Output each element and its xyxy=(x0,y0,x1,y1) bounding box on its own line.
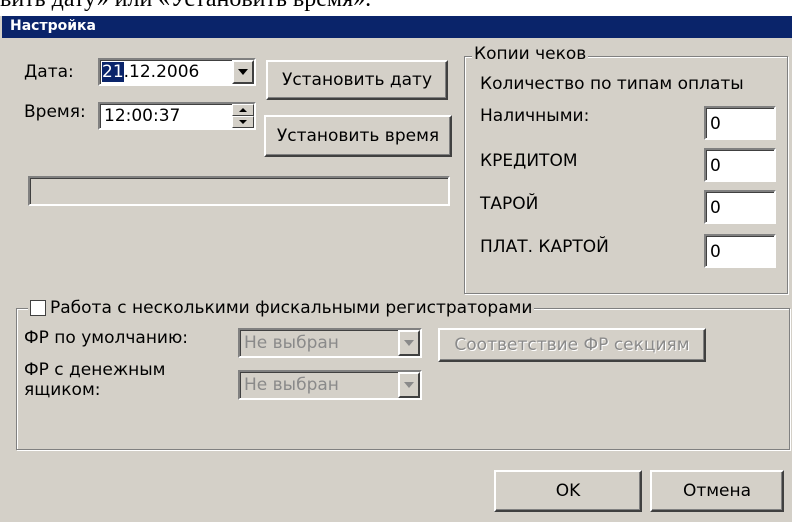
credit-copies-input[interactable]: 0 xyxy=(704,148,776,182)
date-label: Дата: xyxy=(24,62,74,82)
credit-copies-value: 0 xyxy=(710,156,721,176)
chevron-down-icon xyxy=(404,382,414,388)
cash-copies-input[interactable]: 0 xyxy=(704,106,776,140)
receipt-copies-subtitle: Количество по типам оплаты xyxy=(480,74,744,94)
multi-fr-checkbox[interactable] xyxy=(30,300,46,316)
time-spin-up[interactable] xyxy=(232,104,254,116)
document-text-fragment: вить дату» или «Установить время». xyxy=(0,0,371,13)
multi-fr-checkbox-row[interactable]: Работа с несколькими фискальными регистр… xyxy=(28,298,535,318)
tare-copies-input[interactable]: 0 xyxy=(704,190,776,224)
cash-drawer-fr-select[interactable]: Не выбран xyxy=(238,370,422,400)
cash-drawer-fr-label-line1: ФР с денежным xyxy=(24,360,166,380)
cash-drawer-fr-label-line2: ящиком: xyxy=(24,380,101,400)
cash-copies-label: Наличными: xyxy=(480,106,590,126)
date-dropdown-button[interactable] xyxy=(232,60,254,84)
default-fr-select[interactable]: Не выбран xyxy=(238,328,422,358)
dialog-title: Настройка xyxy=(10,18,96,34)
time-value: 12:00:37 xyxy=(104,106,181,126)
multi-fr-checkbox-label: Работа с несколькими фискальными регистр… xyxy=(50,298,533,318)
credit-copies-label: КРЕДИТОМ xyxy=(480,151,578,171)
ok-button[interactable]: OK xyxy=(494,470,642,512)
default-fr-dropdown-button[interactable] xyxy=(398,330,420,356)
chevron-down-icon xyxy=(238,69,248,75)
settings-dialog: Настройка Дата: 21.12.2006 Время: 12:00:… xyxy=(0,16,792,522)
spin-down-icon xyxy=(239,120,247,124)
cash-drawer-fr-value: Не выбран xyxy=(244,375,339,395)
date-picker[interactable]: 21.12.2006 xyxy=(98,58,256,86)
tare-copies-value: 0 xyxy=(710,198,721,218)
time-spin-down[interactable] xyxy=(232,116,254,128)
title-bar[interactable]: Настройка xyxy=(2,16,792,38)
cancel-button[interactable]: Отмена xyxy=(650,470,784,512)
chevron-down-icon xyxy=(404,340,414,346)
time-label: Время: xyxy=(24,102,86,122)
card-copies-label: ПЛАТ. КАРТОЙ xyxy=(480,237,609,257)
cash-drawer-fr-dropdown-button[interactable] xyxy=(398,372,420,398)
status-field xyxy=(28,176,450,206)
card-copies-value: 0 xyxy=(710,242,721,262)
date-day-selected: 21 xyxy=(102,62,124,82)
date-value-rest: .12.2006 xyxy=(123,62,200,82)
set-date-button[interactable]: Установить дату xyxy=(266,60,448,100)
spin-up-icon xyxy=(239,108,247,112)
tare-copies-label: ТАРОЙ xyxy=(480,194,539,214)
cash-copies-value: 0 xyxy=(710,114,721,134)
set-time-button[interactable]: Установить время xyxy=(264,115,452,157)
fr-sections-button[interactable]: Соответствие ФР секциям xyxy=(438,328,706,362)
card-copies-input[interactable]: 0 xyxy=(704,234,776,268)
default-fr-label: ФР по умолчанию: xyxy=(24,328,189,348)
receipt-copies-group-label: Копии чеков xyxy=(472,44,589,64)
default-fr-value: Не выбран xyxy=(244,333,339,353)
time-spinner[interactable]: 12:00:37 xyxy=(98,102,256,130)
